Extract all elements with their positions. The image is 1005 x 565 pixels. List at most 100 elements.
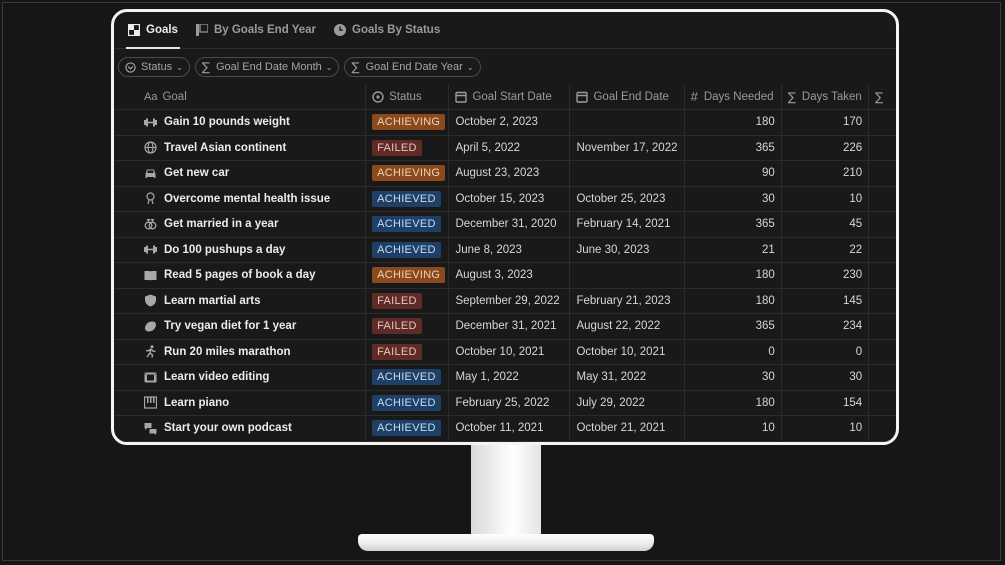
table-row[interactable]: Learn martial arts FAILED September 29, 20… [114,288,896,314]
end-date-cell[interactable] [570,263,685,288]
status-cell[interactable]: ACHIEVED [366,390,450,415]
status-cell[interactable]: ACHIEVING [366,110,450,135]
days-taken-cell[interactable]: 145 [782,288,870,313]
goal-cell[interactable]: Learn piano [114,390,367,415]
start-date-cell[interactable]: September 29, 2022 [449,288,571,313]
days-needed-cell[interactable]: 180 [685,288,782,313]
days-taken-cell[interactable]: 154 [782,390,870,415]
start-date-cell[interactable]: August 23, 2023 [449,161,571,186]
start-date-cell[interactable]: October 2, 2023 [449,110,571,135]
goal-cell[interactable]: Run 20 miles marathon [114,339,367,364]
header-more-formula[interactable]: ∑ [869,84,896,109]
days-taken-cell[interactable]: 226 [782,135,870,160]
days-taken-cell[interactable]: 10 [782,416,870,441]
days-taken-cell[interactable]: 230 [782,263,870,288]
status-cell[interactable]: FAILED [366,339,450,364]
days-needed-cell[interactable]: 365 [685,314,782,339]
table-row[interactable]: Get married in a year ACHIEVED December 31… [114,212,896,238]
tab-goals-by-status[interactable]: Goals By Status [328,12,446,48]
formula-cell[interactable] [869,136,896,161]
table-row[interactable]: Do 100 pushups a day ACHIEVED June 8, 2023… [114,237,896,263]
status-filter-chip[interactable]: Status ⌄ [118,57,190,77]
start-date-cell[interactable]: February 25, 2022 [449,390,571,415]
status-cell[interactable]: ACHIEVING [366,263,450,288]
status-cell[interactable]: FAILED [366,135,450,160]
status-cell[interactable]: ACHIEVED [366,212,450,237]
goal-name[interactable]: Get married in a year [164,218,278,230]
end-date-cell[interactable]: February 21, 2023 [570,288,685,313]
end-date-cell[interactable]: November 17, 2022 [570,135,685,160]
goal-cell[interactable]: Start your own podcast [114,416,367,441]
formula-cell[interactable] [869,161,896,186]
days-needed-cell[interactable]: 180 [685,110,782,135]
status-cell[interactable]: ACHIEVED [366,186,450,211]
formula-cell[interactable] [869,416,896,441]
start-date-cell[interactable]: October 10, 2021 [449,339,571,364]
status-cell[interactable]: FAILED [366,288,450,313]
status-cell[interactable]: ACHIEVED [366,365,450,390]
days-taken-cell[interactable]: 170 [782,110,870,135]
goal-name[interactable]: Try vegan diet for 1 year [164,320,296,332]
header-days-needed[interactable]: # Days Needed [685,84,782,109]
formula-cell[interactable] [869,187,896,212]
days-taken-cell[interactable]: 45 [782,212,870,237]
header-days-taken[interactable]: ∑ Days Taken [782,84,870,109]
end-date-cell[interactable]: October 21, 2021 [570,416,685,441]
days-needed-cell[interactable]: 30 [685,186,782,211]
days-needed-cell[interactable]: 180 [685,263,782,288]
formula-cell[interactable] [869,212,896,237]
status-cell[interactable]: ACHIEVING [366,161,450,186]
formula-cell[interactable] [869,314,896,339]
start-date-cell[interactable]: October 15, 2023 [449,186,571,211]
days-needed-cell[interactable]: 180 [685,390,782,415]
table-row[interactable]: Run 20 miles marathon FAILED October 10, 2… [114,339,896,365]
days-taken-cell[interactable]: 10 [782,186,870,211]
formula-cell[interactable] [869,263,896,288]
start-date-cell[interactable]: June 8, 2023 [449,237,571,262]
formula-cell[interactable] [869,391,896,416]
table-row[interactable]: Try vegan diet for 1 year FAILED December … [114,314,896,340]
days-needed-cell[interactable]: 0 [685,339,782,364]
end-date-cell[interactable]: October 10, 2021 [570,339,685,364]
goal-cell[interactable]: Learn video editing [114,365,367,390]
goal-name[interactable]: Travel Asian continent [164,142,286,154]
goal-name[interactable]: Gain 10 pounds weight [164,116,290,128]
header-goal[interactable]: Aa Goal [114,84,367,109]
goal-end-date-year-chip[interactable]: ∑ Goal End Date Year ⌄ [344,57,481,77]
start-date-cell[interactable]: April 5, 2022 [449,135,571,160]
days-needed-cell[interactable]: 30 [685,365,782,390]
table-row[interactable]: Gain 10 pounds weight ACHIEVING October 2,… [114,110,896,136]
status-cell[interactable]: ACHIEVED [366,416,450,441]
start-date-cell[interactable]: May 1, 2022 [449,365,571,390]
goal-cell[interactable]: Travel Asian continent [114,135,367,160]
end-date-cell[interactable]: June 30, 2023 [570,237,685,262]
start-date-cell[interactable]: December 31, 2021 [449,314,571,339]
goal-name[interactable]: Overcome mental health issue [164,193,330,205]
table-row[interactable]: Overcome mental health issue ACHIEVED Octo… [114,186,896,212]
status-cell[interactable]: FAILED [366,314,450,339]
table-row[interactable]: Get new car ACHIEVING August 23, 2023 90 210 [114,161,896,187]
days-needed-cell[interactable]: 90 [685,161,782,186]
end-date-cell[interactable] [570,110,685,135]
days-needed-cell[interactable]: 365 [685,212,782,237]
days-taken-cell[interactable]: 22 [782,237,870,262]
start-date-cell[interactable]: August 3, 2023 [449,263,571,288]
status-cell[interactable]: ACHIEVED [366,237,450,262]
goal-name[interactable]: Learn video editing [164,371,269,383]
goal-name[interactable]: Start your own podcast [164,422,292,434]
goal-name[interactable]: Get new car [164,167,229,179]
goal-name[interactable]: Run 20 miles marathon [164,346,291,358]
table-row[interactable]: Travel Asian continent FAILED April 5, 202… [114,135,896,161]
goal-name[interactable]: Do 100 pushups a day [164,244,285,256]
goal-name[interactable]: Read 5 pages of book a day [164,269,315,281]
formula-cell[interactable] [869,365,896,390]
end-date-cell[interactable] [570,161,685,186]
goal-cell[interactable]: Overcome mental health issue [114,186,367,211]
goal-cell[interactable]: Get married in a year [114,212,367,237]
goal-name[interactable]: Learn piano [164,397,229,409]
header-end-date[interactable]: Goal End Date [570,84,685,109]
days-needed-cell[interactable]: 21 [685,237,782,262]
days-needed-cell[interactable]: 10 [685,416,782,441]
header-start-date[interactable]: Goal Start Date [449,84,571,109]
goal-cell[interactable]: Learn martial arts [114,288,367,313]
